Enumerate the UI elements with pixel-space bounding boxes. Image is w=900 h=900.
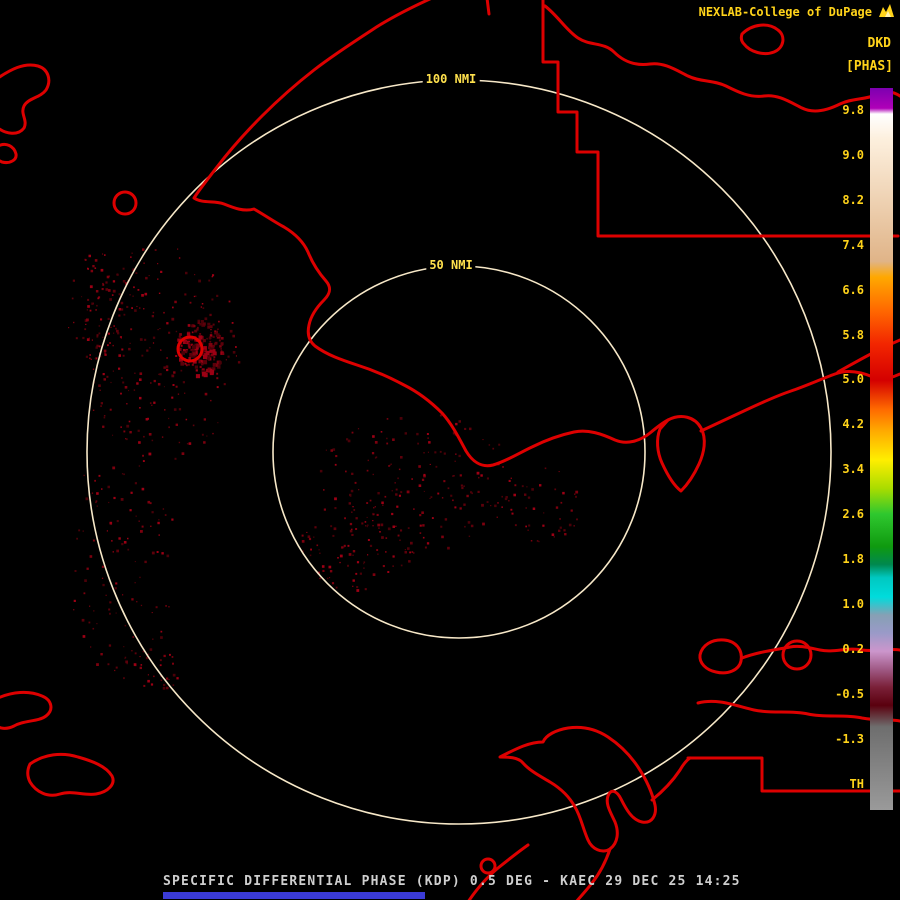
map-outlines [0,0,900,900]
radar-map-svg [0,0,900,900]
map-circle [112,190,138,216]
map-path [541,0,900,238]
map-path [698,638,743,675]
map-path [656,415,706,493]
brand: NEXLAB-College of DuPage [699,5,872,19]
product-code: DKD [867,36,891,51]
map-path [650,756,692,802]
map-path [26,752,115,797]
status-text: SPECIFIC DIFFERENTIAL PHASE (KDP) 0.5 DE… [163,874,741,889]
brand-icon [879,4,894,17]
map-path [0,63,51,135]
product-units: [PHAS] [846,59,893,74]
brand-text: NEXLAB-College of DuPage [698,5,872,19]
map-circle [479,857,497,875]
map-path [485,0,491,16]
map-path [0,142,18,164]
map-path [498,725,657,853]
map-path [739,23,785,56]
map-path [686,756,900,793]
range-ring [272,265,646,639]
radar-echoes [68,248,579,690]
colorbar [870,88,893,810]
map-path [0,690,53,730]
animation-progress-bar [163,892,425,899]
radar-viewer: 100 NMI 50 NMI NEXLAB-College of DuPage D… [0,0,900,900]
map-path [467,843,530,900]
